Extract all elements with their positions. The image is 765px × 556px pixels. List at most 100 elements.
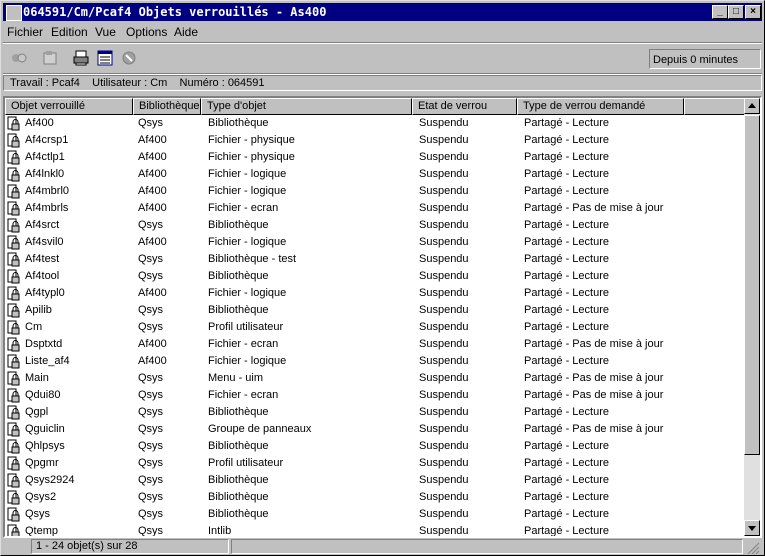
locked-object-icon — [7, 320, 20, 335]
close-button[interactable]: × — [745, 5, 761, 19]
col-header-type-objet[interactable]: Type d'objet — [201, 98, 412, 115]
cell-objet: Af4ctlp1 — [25, 151, 65, 163]
cell-type-verrou: Partagé - Pas de mise à jour — [524, 389, 664, 401]
locked-objects-list[interactable]: Objet verrouillé Bibliothèque Type d'obj… — [3, 96, 762, 538]
cell-type-verrou: Partagé - Lecture — [524, 168, 609, 180]
table-row[interactable]: Af4test Qsys Bibliothèque - test Suspendu Pa… — [5, 251, 745, 268]
cell-type-verrou: Partagé - Lecture — [524, 304, 609, 316]
vertical-scrollbar[interactable] — [744, 98, 760, 536]
cell-etat: Suspendu — [419, 338, 469, 350]
menu-fichier[interactable]: Fichier — [7, 25, 43, 39]
stop-icon[interactable] — [120, 49, 138, 67]
cell-etat: Suspendu — [419, 304, 469, 316]
cell-type-verrou: Partagé - Lecture — [524, 117, 609, 129]
menu-vue[interactable]: Vue — [95, 25, 116, 39]
resize-grip-icon[interactable] — [746, 541, 760, 554]
table-row[interactable]: Qsys Qsys Bibliothèque Suspendu Partagé - Le… — [5, 506, 745, 523]
app-icon[interactable] — [6, 5, 22, 21]
cell-bibliotheque: Qsys — [138, 525, 164, 536]
menu-edition[interactable]: Edition — [51, 25, 88, 39]
cell-bibliotheque: Qsys — [138, 389, 164, 401]
table-row[interactable]: Apilib Qsys Bibliothèque Suspendu Partagé - … — [5, 302, 745, 319]
cell-bibliotheque: Qsys — [138, 491, 164, 503]
table-row[interactable]: Af400 Qsys Bibliothèque Suspendu Partagé - L… — [5, 115, 745, 132]
cell-etat: Suspendu — [419, 219, 469, 231]
table-row[interactable]: Liste_af4 Af400 Fichier - logique Suspendu P… — [5, 353, 745, 370]
cell-bibliotheque: Af400 — [138, 185, 167, 197]
table-row[interactable]: Qsys2924 Qsys Bibliothèque Suspendu Partagé … — [5, 472, 745, 489]
scroll-thumb[interactable] — [744, 115, 760, 455]
menu-options[interactable]: Options — [126, 25, 167, 39]
cell-type-objet: Bibliothèque — [208, 304, 269, 316]
connect-icon[interactable] — [10, 49, 28, 67]
table-row[interactable]: Af4lnkl0 Af400 Fichier - logique Suspendu Pa… — [5, 166, 745, 183]
cell-objet: Af4typl0 — [25, 287, 65, 299]
locked-object-icon — [7, 354, 20, 369]
col-header-etat[interactable]: Etat de verrou — [412, 98, 517, 115]
cell-type-objet: Fichier - logique — [208, 287, 287, 299]
print-icon[interactable] — [72, 49, 90, 67]
table-row[interactable]: Qdui80 Qsys Fichier - ecran Suspendu Partagé… — [5, 387, 745, 404]
table-row[interactable]: Af4tool Qsys Bibliothèque Suspendu Partagé -… — [5, 268, 745, 285]
maximize-button[interactable]: □ — [728, 5, 744, 19]
col-header-type-verrou[interactable]: Type de verrou demandé — [517, 98, 684, 115]
title-bar[interactable]: 064591/Cm/Pcaf4 Objets verrouillés - As4… — [3, 3, 762, 21]
cell-type-objet: Profil utilisateur — [208, 321, 284, 333]
table-row[interactable]: Cm Qsys Profil utilisateur Suspendu Partagé … — [5, 319, 745, 336]
cell-etat: Suspendu — [419, 491, 469, 503]
scroll-down-button[interactable] — [744, 520, 760, 536]
locked-object-icon — [7, 167, 20, 182]
cell-etat: Suspendu — [419, 457, 469, 469]
cell-type-objet: Profil utilisateur — [208, 457, 284, 469]
cell-type-objet: Bibliothèque — [208, 406, 269, 418]
status-pane-empty — [231, 539, 743, 554]
menu-aide[interactable]: Aide — [174, 25, 198, 39]
table-row[interactable]: Qsys2 Qsys Bibliothèque Suspendu Partagé - L… — [5, 489, 745, 506]
cell-type-verrou: Partagé - Pas de mise à jour — [524, 423, 664, 435]
cell-objet: Apilib — [25, 304, 52, 316]
table-row[interactable]: Qgpl Qsys Bibliothèque Suspendu Partagé - Le… — [5, 404, 745, 421]
col-header-bibliotheque[interactable]: Bibliothèque — [133, 98, 201, 115]
table-row[interactable]: Af4ctlp1 Af400 Fichier - physique Suspendu P… — [5, 149, 745, 166]
cell-bibliotheque: Qsys — [138, 508, 164, 520]
table-body: Af400 Qsys Bibliothèque Suspendu Partagé - L… — [5, 115, 745, 536]
details-view-icon[interactable] — [96, 49, 114, 67]
properties-icon[interactable] — [41, 49, 59, 67]
table-row[interactable]: Af4crsp1 Af400 Fichier - physique Suspendu P… — [5, 132, 745, 149]
cell-type-verrou: Partagé - Lecture — [524, 253, 609, 265]
table-row[interactable]: Main Qsys Menu - uim Suspendu Partagé - Pas … — [5, 370, 745, 387]
cell-type-verrou: Partagé - Lecture — [524, 525, 609, 536]
arrow-up-icon — [748, 103, 756, 108]
cell-objet: Af4srct — [25, 219, 60, 231]
arrow-down-icon — [748, 526, 756, 531]
table-row[interactable]: Af4srct Qsys Bibliothèque Suspendu Partagé -… — [5, 217, 745, 234]
scroll-up-button[interactable] — [744, 98, 760, 114]
col-header-objet[interactable]: Objet verrouillé — [5, 98, 133, 115]
table-row[interactable]: Qpgmr Qsys Profil utilisateur Suspendu Parta… — [5, 455, 745, 472]
table-row[interactable]: Qtemp Qsys Intlib Suspendu Partagé - Lecture — [5, 523, 745, 536]
job-info-bar: Travail : Pcaf4 Utilisateur : Cm Numéro … — [3, 75, 762, 91]
table-row[interactable]: Af4mbrl0 Af400 Fichier - logique Suspendu Pa… — [5, 183, 745, 200]
cell-bibliotheque: Af400 — [138, 168, 167, 180]
cell-bibliotheque: Af400 — [138, 202, 167, 214]
locked-object-icon — [7, 235, 20, 250]
cell-bibliotheque: Qsys — [138, 474, 164, 486]
table-row[interactable]: Af4typl0 Af400 Fichier - logique Suspendu Pa… — [5, 285, 745, 302]
cell-type-objet: Fichier - logique — [208, 185, 287, 197]
elapsed-time-display: Depuis 0 minutes — [649, 49, 761, 69]
table-row[interactable]: Dsptxtd Af400 Fichier - ecran Suspendu Parta… — [5, 336, 745, 353]
table-row[interactable]: Qhlpsys Qsys Bibliothèque Suspendu Partagé -… — [5, 438, 745, 455]
minimize-button[interactable]: _ — [712, 5, 728, 19]
table-row[interactable]: Af4svil0 Af400 Fichier - logique Suspendu Pa… — [5, 234, 745, 251]
cell-type-verrou: Partagé - Lecture — [524, 151, 609, 163]
cell-type-objet: Bibliothèque — [208, 508, 269, 520]
cell-etat: Suspendu — [419, 253, 469, 265]
cell-bibliotheque: Qsys — [138, 440, 164, 452]
cell-bibliotheque: Qsys — [138, 270, 164, 282]
cell-bibliotheque: Qsys — [138, 372, 164, 384]
cell-type-objet: Menu - uim — [208, 372, 264, 384]
cell-bibliotheque: Af400 — [138, 151, 167, 163]
table-row[interactable]: Qguiclin Qsys Groupe de panneaux Suspendu Pa… — [5, 421, 745, 438]
locked-object-icon — [7, 422, 20, 437]
table-row[interactable]: Af4mbrls Af400 Fichier - ecran Suspendu Part… — [5, 200, 745, 217]
